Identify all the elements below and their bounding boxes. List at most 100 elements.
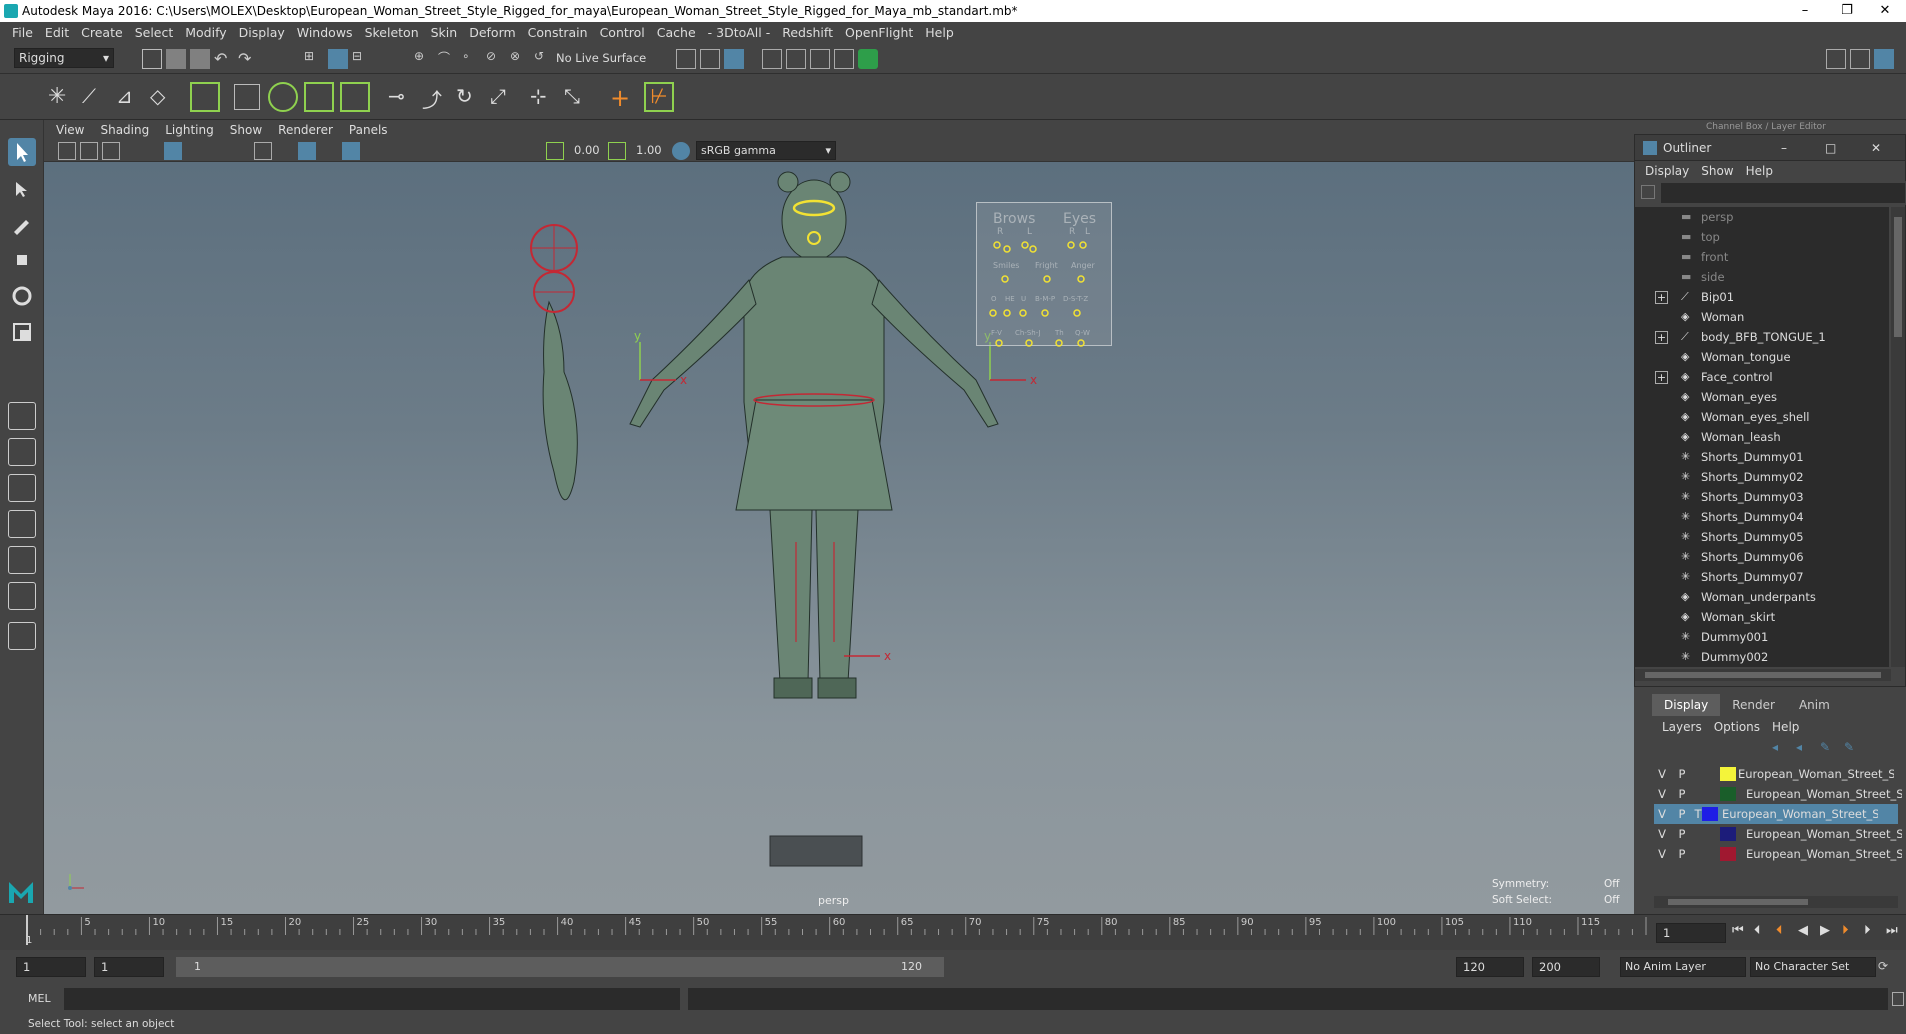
outliner-item[interactable]: ▬ persp — [1635, 207, 1889, 227]
maya-home-icon[interactable] — [6, 876, 36, 906]
single-pane-layout-icon[interactable] — [8, 402, 36, 430]
move-layer-down-icon[interactable]: ◂ — [1796, 740, 1802, 754]
range-slider[interactable]: 1 120 — [176, 957, 944, 977]
snap-point-icon[interactable]: ∘ — [462, 49, 482, 69]
snap-surface-icon[interactable]: ⊗ — [510, 49, 530, 69]
anim-layer-dropdown[interactable]: No Anim Layer — [1620, 957, 1746, 977]
open-scene-icon[interactable] — [166, 49, 186, 69]
outliner-item[interactable]: + ⟋ body_BFB_TONGUE_1 — [1635, 327, 1889, 347]
ipr-render-icon[interactable] — [810, 49, 830, 69]
woman-character-mesh[interactable] — [629, 171, 999, 699]
redo-icon[interactable]: ↷ — [238, 49, 258, 69]
snap-curve-icon[interactable]: ⌒ — [438, 49, 458, 69]
display-layer-row[interactable]: VPTEuropean_Woman_Street_Style_Rig — [1654, 804, 1898, 824]
maximize-icon[interactable]: □ — [1825, 135, 1836, 161]
joint-tool-icon[interactable]: ✳ — [48, 84, 74, 110]
render-view-icon[interactable] — [762, 49, 782, 69]
layer-visibility-toggle[interactable]: V — [1656, 824, 1668, 844]
menu-select[interactable]: Select — [129, 22, 180, 44]
select-camera-icon[interactable] — [58, 142, 76, 160]
outliner-item[interactable]: ✳ Shorts_Dummy07 — [1635, 567, 1889, 587]
display-layer-row[interactable]: V P European_Woman_Street_Sty — [1654, 844, 1902, 864]
close-button[interactable]: ✕ — [1862, 0, 1906, 22]
menu-help[interactable]: Help — [919, 22, 960, 44]
new-scene-icon[interactable] — [142, 49, 162, 69]
quick-rig-icon[interactable] — [190, 82, 220, 112]
minimize-button[interactable]: – — [1782, 0, 1828, 22]
outliner-item[interactable]: ✳ Shorts_Dummy04 — [1635, 507, 1889, 527]
outliner-item[interactable]: ✳ Dummy002 — [1635, 647, 1889, 667]
viewport-menu-panels[interactable]: Panels — [341, 120, 396, 140]
outliner-vertical-scrollbar[interactable] — [1891, 207, 1905, 667]
menu-constrain[interactable]: Constrain — [522, 22, 594, 44]
channel-box-toggle-icon[interactable] — [1874, 49, 1894, 69]
menu-modify[interactable]: Modify — [179, 22, 232, 44]
current-time-indicator[interactable] — [26, 915, 28, 945]
layer-color-swatch[interactable] — [1720, 787, 1736, 801]
outliner-item[interactable]: ◈ Woman_eyes — [1635, 387, 1889, 407]
layer-color-swatch[interactable] — [1702, 807, 1718, 821]
parent-constraint-icon[interactable]: ⊹ — [530, 84, 556, 110]
select-component-icon[interactable]: ⊟ — [352, 49, 372, 69]
hypershade-icon[interactable] — [858, 49, 878, 69]
undo-icon[interactable]: ↶ — [214, 49, 234, 69]
menu-redshift[interactable]: Redshift — [776, 22, 839, 44]
outliner-item[interactable]: ◈ Woman_skirt — [1635, 607, 1889, 627]
viewport-menu-view[interactable]: View — [48, 120, 92, 140]
layer-playback-toggle[interactable]: P — [1676, 844, 1688, 864]
menu-windows[interactable]: Windows — [291, 22, 359, 44]
render-settings-icon[interactable] — [834, 49, 854, 69]
locator-icon[interactable]: + — [610, 84, 636, 112]
construction-history-icon[interactable] — [724, 49, 744, 69]
outliner-item[interactable]: ◈ Woman_leash — [1635, 427, 1889, 447]
snap-view-icon[interactable]: ⊘ — [486, 49, 506, 69]
command-input[interactable] — [64, 988, 680, 1010]
layer-tab-render[interactable]: Render — [1720, 694, 1787, 716]
script-language-label[interactable]: MEL — [28, 992, 51, 1005]
scrollbar-thumb[interactable] — [1894, 217, 1902, 337]
step-back-key-icon[interactable]: ⏴ — [1776, 923, 1783, 938]
camera-attributes-icon[interactable] — [80, 142, 98, 160]
handbag-mesh[interactable] — [530, 224, 578, 501]
four-pane-layout-icon[interactable] — [8, 438, 36, 466]
layer-playback-toggle[interactable]: P — [1676, 784, 1688, 804]
viewport-menu-renderer[interactable]: Renderer — [270, 120, 341, 140]
gamma-icon[interactable] — [608, 142, 626, 160]
face-control-panel[interactable]: Brows Eyes R L R L Smiles Fright Anger O… — [976, 202, 1112, 347]
character-set-dropdown[interactable]: No Character Set — [1750, 957, 1876, 977]
menu-openflight[interactable]: OpenFlight — [839, 22, 919, 44]
go-to-end-icon[interactable]: ⏭ — [1886, 923, 1898, 938]
orient-constraint-icon[interactable]: ↻ — [456, 84, 482, 110]
outliner-item[interactable]: ✳ Shorts_Dummy06 — [1635, 547, 1889, 567]
layer-visibility-toggle[interactable]: V — [1656, 844, 1668, 864]
layer-tab-anim[interactable]: Anim — [1787, 694, 1842, 716]
time-slider[interactable]: 5 10 15 20 25 30 35 40 45 50 55 60 65 70 75 80 85 90 95 100… — [0, 914, 1906, 950]
play-backwards-icon[interactable]: ◀ — [1798, 923, 1808, 938]
scale-tool-icon[interactable] — [8, 318, 36, 346]
expand-icon[interactable]: + — [1655, 291, 1668, 304]
menu-control[interactable]: Control — [594, 22, 651, 44]
layer-playback-toggle[interactable]: P — [1676, 764, 1688, 784]
outliner-persp-layout-icon[interactable] — [8, 510, 36, 538]
menu-file[interactable]: File — [6, 22, 39, 44]
outliner-item[interactable]: ✳ Shorts_Dummy05 — [1635, 527, 1889, 547]
outliner-item[interactable]: + ⟋ Bip01 — [1635, 287, 1889, 307]
expand-icon[interactable]: + — [1655, 331, 1668, 344]
channel-box-header[interactable]: Channel Box / Layer Editor — [1634, 120, 1906, 134]
graph-persp-layout-icon[interactable] — [8, 546, 36, 574]
wireframe-icon[interactable] — [254, 142, 272, 160]
point-constraint-icon[interactable]: ⊸ — [388, 84, 414, 110]
layer-visibility-toggle[interactable]: V — [1656, 764, 1668, 784]
expand-icon[interactable]: + — [1655, 371, 1668, 384]
menuset-dropdown[interactable]: Rigging ▾ — [14, 48, 114, 68]
ik-spline-icon[interactable]: ⊿ — [116, 84, 142, 110]
cluster-icon[interactable] — [340, 82, 370, 112]
outliner-search-input[interactable] — [1661, 183, 1905, 203]
layer-tab-display[interactable]: Display — [1652, 694, 1721, 716]
outliner-item[interactable]: ✳ Shorts_Dummy03 — [1635, 487, 1889, 507]
foot-ik-handle[interactable]: x — [844, 649, 891, 663]
select-hierarchy-icon[interactable]: ⊞ — [304, 49, 324, 69]
selection-handle-icon[interactable]: ⊬ — [644, 82, 674, 112]
layer-scrollbar[interactable] — [1654, 896, 1898, 908]
animation-start-field[interactable]: 1 — [16, 957, 86, 977]
